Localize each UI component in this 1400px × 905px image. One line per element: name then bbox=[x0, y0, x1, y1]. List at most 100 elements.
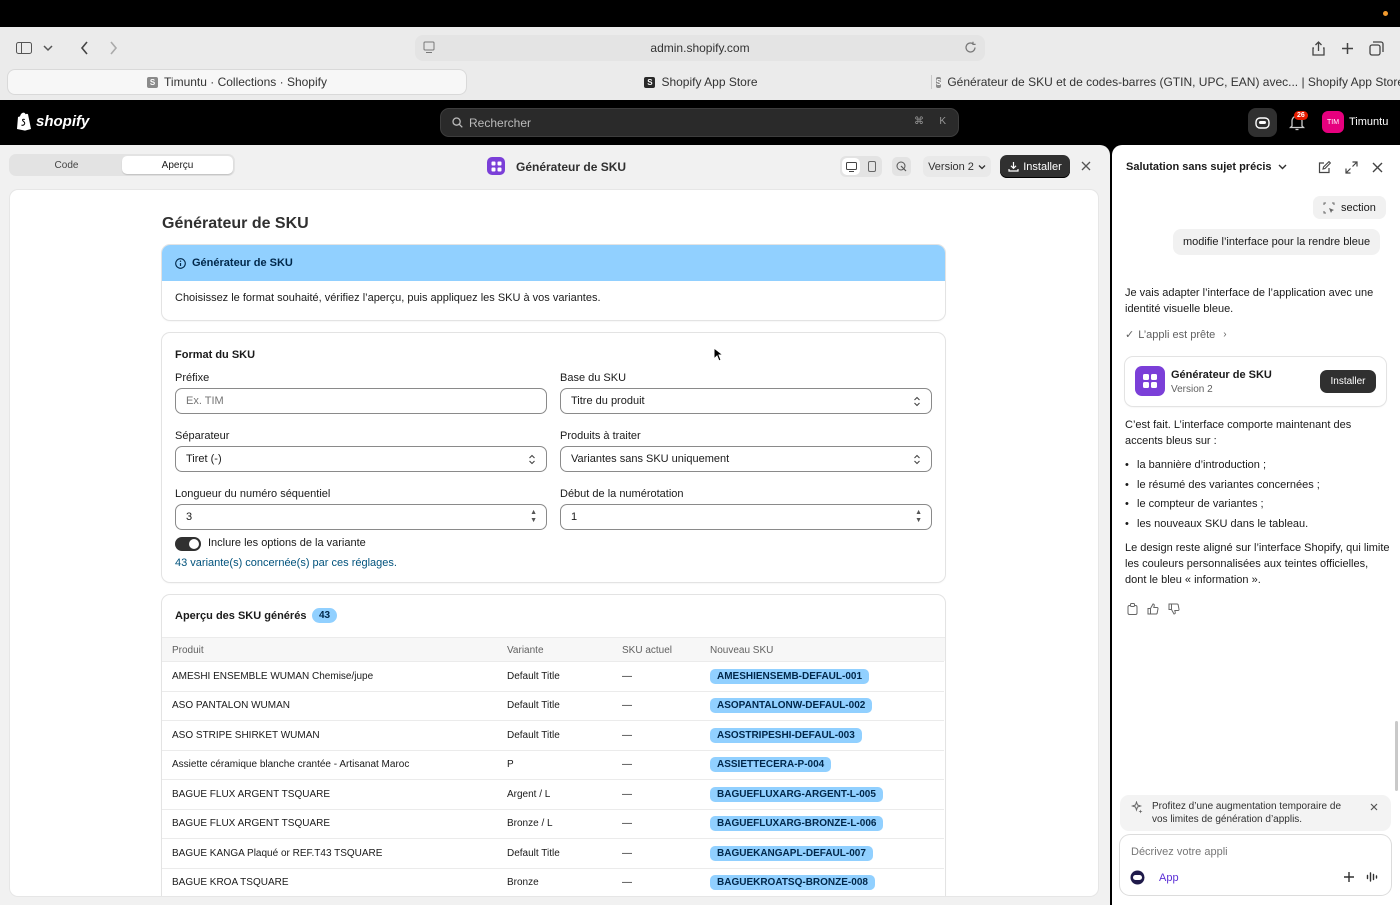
composer-input[interactable]: Décrivez votre appli bbox=[1131, 846, 1228, 858]
desktop-view-icon[interactable] bbox=[842, 158, 860, 175]
page-settings-icon[interactable] bbox=[423, 41, 435, 57]
close-preview-icon[interactable] bbox=[1078, 158, 1094, 177]
thumbs-up-icon[interactable] bbox=[1147, 603, 1159, 615]
variants-summary: 43 variante(s) concernée(s) par ces régl… bbox=[175, 557, 397, 569]
browser-tab-collections[interactable]: S Timuntu · Collections · Shopify bbox=[8, 70, 466, 94]
chat-title[interactable]: Salutation sans sujet précis bbox=[1126, 161, 1287, 173]
preview-card: Aperçu des SKU générés 43 Produit Varian… bbox=[162, 595, 945, 896]
context-chip[interactable]: section bbox=[1313, 196, 1386, 219]
browser-tab-sku-generator[interactable]: S Générateur de SKU et de codes-barres (… bbox=[936, 70, 1400, 94]
table-row: BAGUE KANGA Plaqué or REF.T43 TSQUARE De… bbox=[162, 838, 944, 868]
products-label: Produits à traiter bbox=[560, 430, 641, 442]
close-chat-icon[interactable] bbox=[1371, 161, 1384, 177]
promo-text: Profitez d’une augmentation temporaire d… bbox=[1152, 801, 1342, 825]
preview-title: Aperçu des SKU générés bbox=[175, 610, 307, 622]
new-sku-badge: AMESHIENSEMB-DEFAUL-001 bbox=[710, 668, 870, 684]
add-attachment-icon[interactable] bbox=[1343, 871, 1355, 886]
thumbs-down-icon[interactable] bbox=[1168, 603, 1180, 615]
forward-icon[interactable] bbox=[101, 37, 125, 59]
new-sku-badge: ASOSTRIPESHI-DEFAUL-003 bbox=[710, 727, 862, 743]
tab-overview-icon[interactable] bbox=[1364, 37, 1388, 59]
banner-text: Choisissez le format souhaité, vérifiez … bbox=[175, 292, 601, 304]
admin-search-input[interactable]: Rechercher ⌘ K bbox=[440, 108, 959, 137]
browser-tab-app-store[interactable]: S Shopify App Store bbox=[470, 70, 932, 94]
start-label: Début de la numérotation bbox=[560, 488, 684, 500]
info-banner: Générateur de SKU Choisissez le format s… bbox=[162, 245, 945, 320]
composer: Décrivez votre appli App bbox=[1120, 835, 1391, 895]
app-ready-status[interactable]: ✓ L’appli est prête › bbox=[1125, 328, 1227, 342]
new-tab-icon[interactable] bbox=[1335, 37, 1359, 59]
copy-icon[interactable] bbox=[1127, 603, 1138, 615]
shopify-logo[interactable]: shopify bbox=[16, 112, 89, 131]
col-product: Produit bbox=[172, 645, 204, 656]
prefix-input[interactable] bbox=[175, 388, 547, 414]
table-row: BAGUE KROA TSQUARE Bronze — BAGUEKROATSQ… bbox=[162, 867, 944, 897]
table-row: Assiette céramique blanche crantée - Art… bbox=[162, 749, 944, 780]
sidekick-chat-panel: Salutation sans sujet précis section mod… bbox=[1112, 145, 1400, 905]
reload-icon[interactable] bbox=[964, 41, 977, 57]
bullet-item: • le résumé des variantes concernées ; bbox=[1125, 478, 1320, 491]
tab-preview[interactable]: Aperçu bbox=[122, 156, 233, 174]
variant-options-toggle[interactable] bbox=[175, 537, 201, 551]
new-chat-icon[interactable] bbox=[1318, 160, 1332, 177]
sidekick-icon bbox=[1255, 116, 1270, 129]
col-current-sku: SKU actuel bbox=[622, 645, 673, 656]
promo-banner: Profitez d’une augmentation temporaire d… bbox=[1120, 795, 1391, 831]
chat-scrollbar[interactable] bbox=[1395, 721, 1398, 791]
user-message: modifie l’interface pour la rendre bleue bbox=[1173, 229, 1381, 255]
variant-count-badge: 43 bbox=[312, 608, 338, 623]
app-icon bbox=[487, 157, 505, 175]
banner-title: Générateur de SKU bbox=[192, 257, 293, 269]
table-header: Produit Variante SKU actuel Nouveau SKU bbox=[162, 637, 945, 661]
select-chevrons-icon bbox=[529, 454, 535, 465]
back-icon[interactable] bbox=[72, 37, 96, 59]
new-sku-badge: BAGUEFLUXARG-ARGENT-L-005 bbox=[710, 786, 883, 802]
base-select[interactable]: Titre du produit bbox=[560, 388, 932, 414]
install-button[interactable]: Installer bbox=[1000, 155, 1070, 178]
recording-indicator bbox=[1383, 11, 1388, 16]
table-row: BAGUE FLUX ARGENT TSQUARE Bronze / L — B… bbox=[162, 808, 944, 839]
tab-code[interactable]: Code bbox=[11, 156, 122, 174]
share-icon[interactable] bbox=[1306, 37, 1330, 59]
seq-length-input[interactable]: 3 ▲ ▼ bbox=[175, 504, 547, 530]
system-menu-bar bbox=[0, 0, 1400, 27]
start-input[interactable]: 1 ▲ ▼ bbox=[560, 504, 932, 530]
notifications-button[interactable]: 26 bbox=[1288, 111, 1308, 134]
mouse-cursor-icon bbox=[713, 346, 725, 365]
address-bar[interactable]: admin.shopify.com bbox=[415, 35, 985, 61]
app-title: Générateur de SKU bbox=[516, 160, 627, 174]
inspect-icon[interactable] bbox=[892, 157, 911, 176]
separator-select[interactable]: Tiret (-) bbox=[175, 446, 547, 472]
chevron-down-icon[interactable] bbox=[36, 37, 60, 59]
expand-icon[interactable] bbox=[1345, 161, 1358, 177]
banner-header: Générateur de SKU bbox=[162, 245, 945, 281]
store-name[interactable]: Timuntu bbox=[1349, 116, 1388, 128]
format-card: Format du SKU Préfixe Base du SKU Titre … bbox=[162, 333, 945, 582]
sidekick-icon bbox=[1130, 870, 1145, 885]
bullet-item: • la bannière d’introduction ; bbox=[1125, 459, 1267, 471]
store-avatar[interactable]: TIM bbox=[1322, 111, 1344, 133]
new-sku-badge: BAGUEKROATSQ-BRONZE-008 bbox=[710, 875, 875, 891]
mobile-view-icon[interactable] bbox=[863, 158, 880, 175]
number-stepper-icon[interactable]: ▲ ▼ bbox=[915, 509, 922, 525]
search-icon bbox=[452, 117, 463, 128]
app-card-install-button[interactable]: Installer bbox=[1320, 370, 1376, 393]
version-selector[interactable]: Version 2 bbox=[923, 156, 991, 177]
table-row: ASO PANTALON WUMAN Default Title — ASOPA… bbox=[162, 690, 944, 721]
sidekick-button[interactable] bbox=[1248, 108, 1277, 137]
products-select[interactable]: Variantes sans SKU uniquement bbox=[560, 446, 932, 472]
sidebar-toggle-icon[interactable] bbox=[12, 37, 36, 59]
dismiss-promo-icon[interactable] bbox=[1369, 801, 1379, 815]
col-variant: Variante bbox=[507, 645, 544, 656]
new-sku-badge: BAGUEFLUXARG-BRONZE-L-006 bbox=[710, 816, 884, 832]
app-card: Générateur de SKU Version 2 Installer bbox=[1125, 357, 1386, 406]
new-sku-badge: ASOPANTALONW-DEFAUL-002 bbox=[710, 698, 873, 714]
voice-input-icon[interactable] bbox=[1366, 871, 1378, 886]
message-actions bbox=[1127, 603, 1180, 615]
shortcut-key: K bbox=[939, 116, 946, 127]
number-stepper-icon[interactable]: ▲ ▼ bbox=[530, 509, 537, 525]
bullet-item: • le compteur de variantes ; bbox=[1125, 498, 1264, 510]
composer-app-chip[interactable]: App bbox=[1130, 870, 1179, 885]
shopify-bag-favicon-icon: S bbox=[644, 76, 656, 88]
separator-label: Séparateur bbox=[175, 430, 230, 442]
